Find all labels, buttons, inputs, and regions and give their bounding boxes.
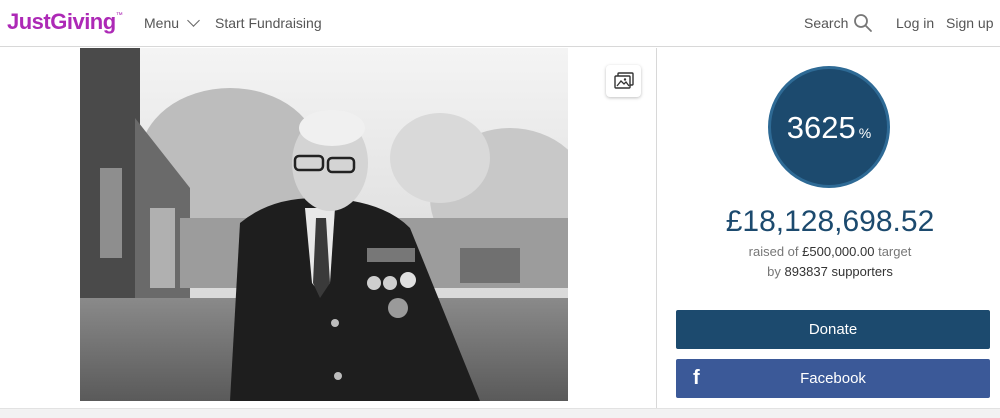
fundraiser-photo	[80, 48, 568, 401]
photo-illustration	[80, 48, 568, 401]
column-divider	[656, 48, 657, 408]
signup-link[interactable]: Sign up	[946, 15, 993, 31]
justgiving-logo[interactable]: JustGiving™	[7, 9, 123, 35]
chevron-down-icon	[187, 13, 200, 27]
site-header: JustGiving™ Menu Start Fundraising Searc…	[0, 0, 1000, 47]
bottom-strip	[0, 408, 1000, 418]
menu-label: Menu	[144, 15, 180, 31]
gallery-button[interactable]	[606, 65, 641, 97]
raised-amount: £18,128,698.52	[725, 205, 935, 238]
donate-button[interactable]: Donate	[676, 310, 990, 349]
supporters-text: by 893837 supporters	[767, 264, 893, 279]
progress-circle: 3625%	[768, 66, 890, 188]
facebook-icon: f	[693, 367, 700, 389]
search-icon[interactable]	[853, 13, 873, 33]
facebook-label: Facebook	[800, 370, 866, 387]
progress-percent: 3625%	[786, 110, 872, 145]
facebook-share-button[interactable]: f Facebook	[676, 359, 990, 398]
start-fundraising-link[interactable]: Start Fundraising	[215, 15, 322, 31]
gallery-icon	[613, 72, 634, 89]
supporters-count: 893837 supporters	[784, 264, 893, 279]
login-link[interactable]: Log in	[896, 15, 934, 31]
menu-dropdown[interactable]: Menu	[144, 13, 200, 31]
target-amount: £500,000.00	[802, 244, 875, 259]
target-text: raised of £500,000.00 target	[748, 244, 912, 259]
search-link[interactable]: Search	[804, 15, 848, 31]
